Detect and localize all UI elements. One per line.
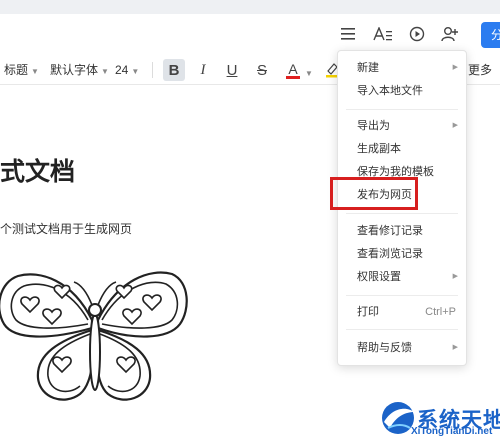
butterfly-image[interactable] bbox=[0, 262, 190, 422]
heading-style-dropdown[interactable]: 标题 ▼ bbox=[4, 60, 39, 80]
font-family-dropdown[interactable]: 默认字体 ▼ bbox=[50, 60, 109, 80]
menu-item-import-local[interactable]: 导入本地文件 bbox=[338, 80, 466, 102]
share-button[interactable]: 分 bbox=[481, 22, 500, 48]
bold-icon[interactable]: B bbox=[163, 59, 185, 81]
font-family-label: 默认字体 bbox=[50, 63, 99, 77]
menu-item-help-feedback[interactable]: 帮助与反馈 ▶ bbox=[338, 337, 466, 359]
heading-style-label: 标题 bbox=[4, 63, 29, 77]
menu-item-label: 查看浏览记录 bbox=[357, 248, 423, 260]
menu-divider bbox=[346, 329, 458, 330]
document-title[interactable]: 式文档 bbox=[0, 152, 75, 188]
menu-divider bbox=[346, 109, 458, 110]
menu-item-print[interactable]: 打印 Ctrl+P bbox=[338, 301, 466, 323]
chevron-down-icon: ▼ bbox=[31, 67, 39, 76]
menu-divider bbox=[346, 295, 458, 296]
menu-item-view-revisions[interactable]: 查看修订记录 bbox=[338, 220, 466, 242]
more-tools-label: 更多 bbox=[468, 63, 493, 77]
menu-icon[interactable] bbox=[335, 22, 361, 46]
italic-icon[interactable]: I bbox=[192, 59, 214, 81]
font-size-label: 24 bbox=[115, 63, 129, 77]
menu-item-view-browse-history[interactable]: 查看浏览记录 bbox=[338, 243, 466, 265]
menu-item-label: 打印 bbox=[357, 306, 379, 318]
chevron-right-icon: ▶ bbox=[452, 64, 458, 71]
print-shortcut: Ctrl+P bbox=[425, 306, 456, 318]
add-user-icon[interactable] bbox=[437, 22, 463, 46]
menu-item-label: 导入本地文件 bbox=[357, 85, 423, 97]
chevron-down-icon: ▼ bbox=[101, 67, 109, 76]
menu-item-label: 新建 bbox=[357, 62, 379, 74]
watermark-subtitle: XiTongTianDi.net bbox=[411, 426, 493, 437]
document-body-text[interactable]: 个测试文档用于生成网页 bbox=[0, 220, 132, 237]
chevron-down-icon: ▼ bbox=[131, 67, 140, 76]
menu-divider bbox=[346, 213, 458, 214]
menu-item-new[interactable]: 新建 ▶ bbox=[338, 57, 466, 79]
menu-item-label: 查看修订记录 bbox=[357, 225, 423, 237]
play-icon[interactable] bbox=[404, 22, 430, 46]
font-color-icon[interactable]: A bbox=[282, 59, 304, 81]
menu-item-export-as[interactable]: 导出为 ▶ bbox=[338, 115, 466, 137]
text-style-icon[interactable] bbox=[370, 22, 396, 46]
strikethrough-icon[interactable]: S bbox=[251, 59, 273, 81]
highlight-annotation-box bbox=[330, 177, 418, 210]
underline-icon[interactable]: U bbox=[221, 59, 243, 81]
more-tools-button[interactable]: 更多 bbox=[468, 60, 492, 80]
chevron-right-icon: ▶ bbox=[452, 122, 458, 129]
chevron-right-icon: ▶ bbox=[452, 344, 458, 351]
menu-item-label: 导出为 bbox=[357, 120, 390, 132]
menu-item-label: 生成副本 bbox=[357, 143, 401, 155]
menu-item-label: 帮助与反馈 bbox=[357, 342, 412, 354]
menu-item-make-copy[interactable]: 生成副本 bbox=[338, 138, 466, 160]
menu-item-permissions[interactable]: 权限设置 ▶ bbox=[338, 266, 466, 288]
toolbar-divider bbox=[152, 62, 153, 78]
chevron-down-icon[interactable]: ▼ bbox=[302, 62, 313, 82]
menu-item-label: 权限设置 bbox=[357, 271, 401, 283]
chevron-right-icon: ▶ bbox=[452, 273, 458, 280]
window-top-strip bbox=[0, 0, 500, 14]
font-size-dropdown[interactable]: 24 ▼ bbox=[115, 60, 139, 80]
